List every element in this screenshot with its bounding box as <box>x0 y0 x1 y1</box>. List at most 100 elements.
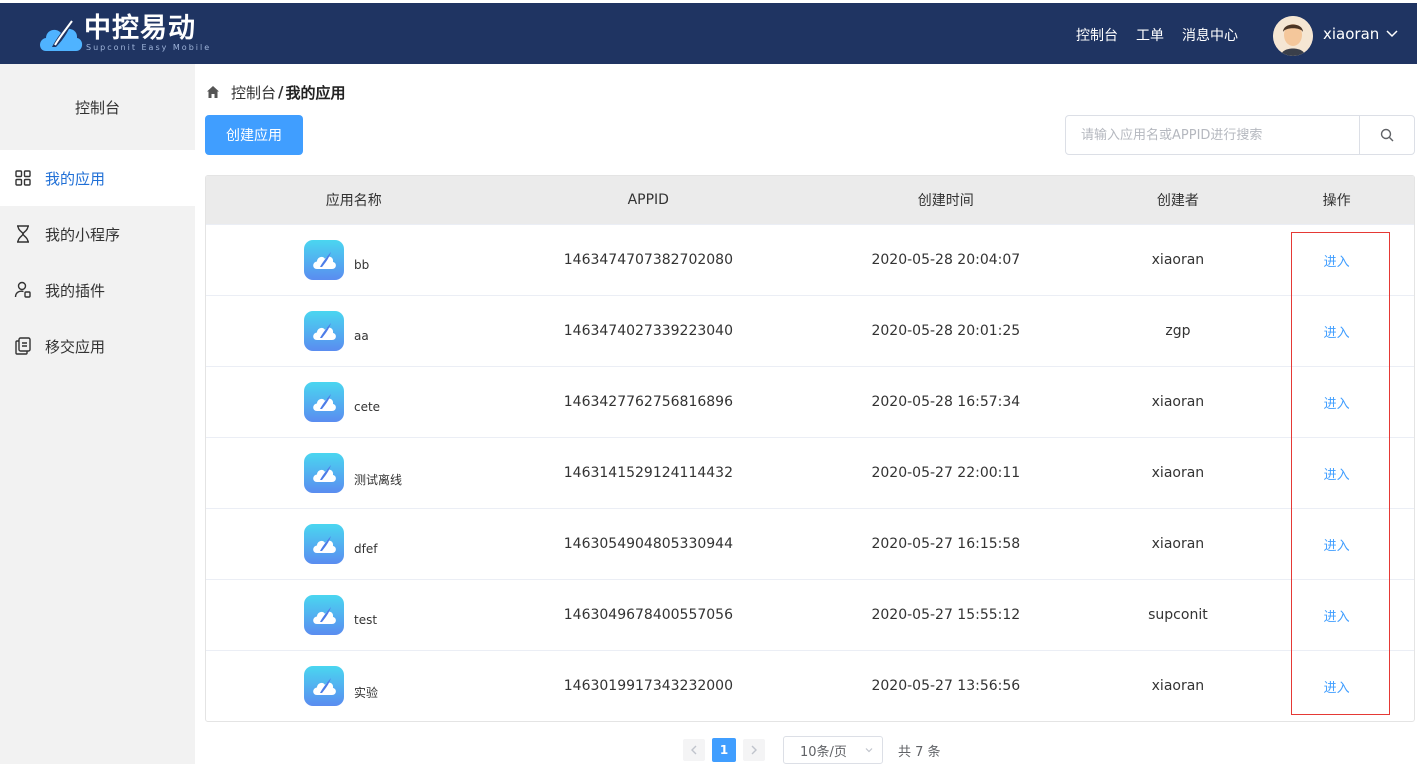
column-header-creator: 创建者 <box>1156 193 1199 209</box>
sidebar-item-label: 我的插件 <box>45 281 106 300</box>
pagination: 1 10条/页 共 7 条 <box>683 736 941 764</box>
nav-tickets-link[interactable]: 工单 <box>1136 25 1164 45</box>
create-app-button[interactable]: 创建应用 <box>205 115 303 155</box>
column-header-created: 创建时间 <box>917 193 974 209</box>
prev-page-button[interactable] <box>683 739 705 761</box>
page-number-current[interactable]: 1 <box>712 738 736 762</box>
breadcrumb-root[interactable]: 控制台 <box>231 82 276 103</box>
chevron-left-icon <box>690 745 698 755</box>
nav-tickets[interactable]: 工单 <box>1136 3 1164 67</box>
app-name: 测试离线 <box>354 473 403 487</box>
appid-cell: 1463019917343232000 <box>563 678 733 694</box>
table-row: aa 1463474027339223040 2020-05-28 20:01:25… <box>206 295 1414 366</box>
search-button[interactable] <box>1359 115 1415 155</box>
created-time-cell: 2020-05-27 22:00:11 <box>871 465 1021 481</box>
home-icon[interactable] <box>206 85 220 99</box>
creator-cell: xiaoran <box>1151 536 1205 552</box>
appid-cell: 1463474707382702080 <box>563 252 733 268</box>
logo[interactable]: 中控易动 Supconit Easy Mobile <box>36 11 211 55</box>
enter-link[interactable]: 进入 <box>1324 468 1350 483</box>
app-name: bb <box>354 258 370 272</box>
app-cloud-icon <box>304 524 344 564</box>
enter-link[interactable]: 进入 <box>1324 255 1350 270</box>
app-cloud-icon <box>304 453 344 493</box>
creator-cell: xiaoran <box>1151 394 1205 410</box>
app-name: test <box>354 613 378 627</box>
sidebar-item-label: 我的应用 <box>45 169 106 188</box>
chevron-right-icon <box>750 745 758 755</box>
sidebar: 控制台 我的应用 我的小程序 我的插件 移交应用 <box>0 64 195 764</box>
transfer-doc-icon <box>14 337 32 355</box>
action-cell: 进入 <box>1259 251 1414 270</box>
table-row: bb 1463474707382702080 2020-05-28 20:04:07… <box>206 224 1414 295</box>
sidebar-console-label: 控制台 <box>74 98 120 117</box>
creator-cell: xiaoran <box>1151 678 1205 694</box>
enter-link[interactable]: 进入 <box>1324 326 1350 341</box>
table-header: 应用名称 APPID 创建时间 创建者 操作 <box>206 176 1414 224</box>
nav-messages[interactable]: 消息中心 <box>1182 3 1238 67</box>
logo-title: 中控易动 <box>84 13 196 44</box>
created-time-cell: 2020-05-28 20:04:07 <box>871 252 1021 268</box>
sidebar-item-my-plugins[interactable]: 我的插件 <box>0 262 195 318</box>
created-time-cell: 2020-05-27 16:15:58 <box>871 536 1021 552</box>
sidebar-item-my-miniprograms[interactable]: 我的小程序 <box>0 206 195 262</box>
nav-messages-link[interactable]: 消息中心 <box>1182 25 1238 45</box>
appid-cell: 1463049678400557056 <box>563 607 733 623</box>
table-row: dfef 1463054904805330944 2020-05-27 16:15:… <box>206 508 1414 579</box>
enter-link[interactable]: 进入 <box>1324 397 1350 412</box>
enter-link[interactable]: 进入 <box>1324 539 1350 554</box>
app-name: 实验 <box>354 686 379 700</box>
action-cell: 进入 <box>1259 464 1414 483</box>
app-cloud-icon <box>304 311 344 351</box>
creator-cell: supconit <box>1148 607 1208 623</box>
creator-cell: zgp <box>1165 323 1191 339</box>
app-name: dfef <box>354 542 378 556</box>
appid-cell: 1463141529124114432 <box>563 465 733 481</box>
creator-cell: xiaoran <box>1151 252 1205 268</box>
app-name: cete <box>354 400 381 414</box>
next-page-button[interactable] <box>743 739 765 761</box>
action-cell: 进入 <box>1259 322 1414 341</box>
app-cloud-icon <box>304 382 344 422</box>
logo-subtitle: Supconit Easy Mobile <box>86 43 212 52</box>
enter-link[interactable]: 进入 <box>1324 681 1350 696</box>
table-row: 测试离线 1463141529124114432 2020-05-27 22:00:… <box>206 437 1414 508</box>
app-name-cell: test <box>206 595 502 635</box>
nav-console-link[interactable]: 控制台 <box>1076 25 1118 45</box>
app-name-cell: dfef <box>206 524 502 564</box>
app-name-cell: 测试离线 <box>206 453 502 493</box>
table-row: test 1463049678400557056 2020-05-27 15:55:… <box>206 579 1414 650</box>
created-time-cell: 2020-05-27 13:56:56 <box>871 678 1021 694</box>
action-cell: 进入 <box>1259 606 1414 625</box>
table-row: cete 1463427762756816896 2020-05-28 16:57:… <box>206 366 1414 437</box>
app-name-cell: cete <box>206 382 502 422</box>
appid-cell: 1463474027339223040 <box>563 323 733 339</box>
user-menu[interactable]: xiaoran <box>1323 25 1398 43</box>
action-cell: 进入 <box>1259 535 1414 554</box>
search-input[interactable] <box>1065 115 1360 155</box>
app-name: aa <box>354 329 369 343</box>
breadcrumb: 控制台 / 我的应用 <box>206 82 346 102</box>
sidebar-console[interactable]: 控制台 <box>0 64 195 150</box>
page-size-label: 10条/页 <box>800 744 847 760</box>
logo-cloud-icon <box>36 11 86 55</box>
app-cloud-icon <box>304 666 344 706</box>
enter-link[interactable]: 进入 <box>1324 610 1350 625</box>
app-cloud-icon <box>304 240 344 280</box>
page-size-select[interactable]: 10条/页 <box>783 736 883 764</box>
breadcrumb-current: 我的应用 <box>285 83 346 102</box>
chevron-down-icon <box>864 744 874 759</box>
username-label: xiaoran <box>1323 25 1380 43</box>
created-time-cell: 2020-05-28 20:01:25 <box>871 323 1021 339</box>
column-header-action: 操作 <box>1322 193 1351 209</box>
user-plugin-icon <box>14 281 32 299</box>
app-name-cell: aa <box>206 311 502 351</box>
nav-console[interactable]: 控制台 <box>1076 3 1118 67</box>
sidebar-item-label: 移交应用 <box>45 337 106 356</box>
sidebar-item-transfer-apps[interactable]: 移交应用 <box>0 318 195 374</box>
sidebar-item-my-apps[interactable]: 我的应用 <box>0 150 195 206</box>
avatar[interactable] <box>1273 16 1313 56</box>
chevron-down-icon <box>1386 30 1398 38</box>
table-row: 实验 1463019917343232000 2020-05-27 13:56:56… <box>206 650 1414 721</box>
breadcrumb-separator: / <box>278 83 284 101</box>
